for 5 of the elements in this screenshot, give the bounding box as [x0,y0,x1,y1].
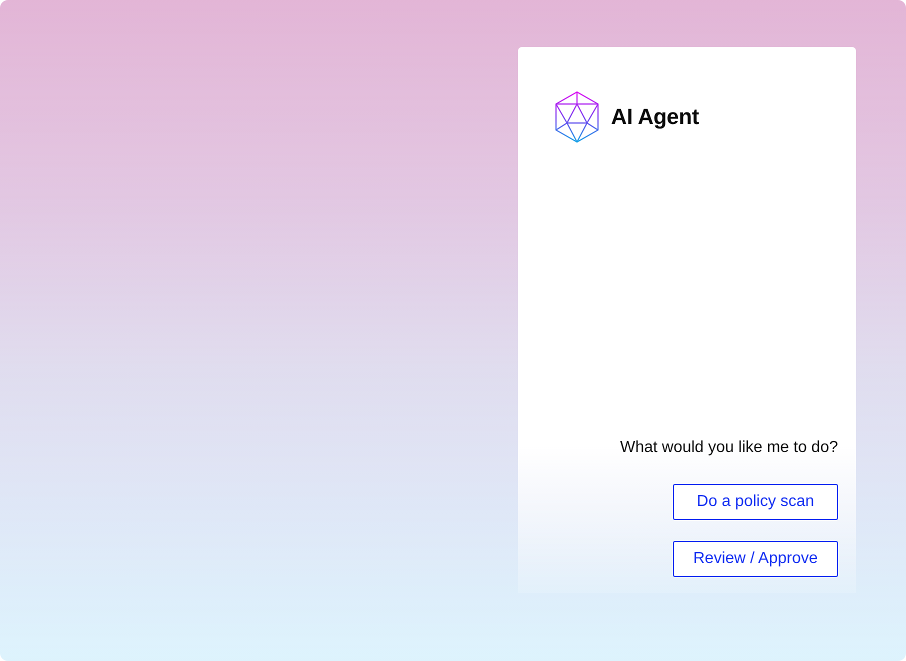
agent-message: What would you like me to do? [619,438,838,458]
action-button[interactable]: Do a policy scan [673,484,838,520]
icosahedron-logo-icon [555,91,599,143]
action-button[interactable]: Review / Approve [673,541,838,577]
panel-title: AI Agent [611,104,700,130]
